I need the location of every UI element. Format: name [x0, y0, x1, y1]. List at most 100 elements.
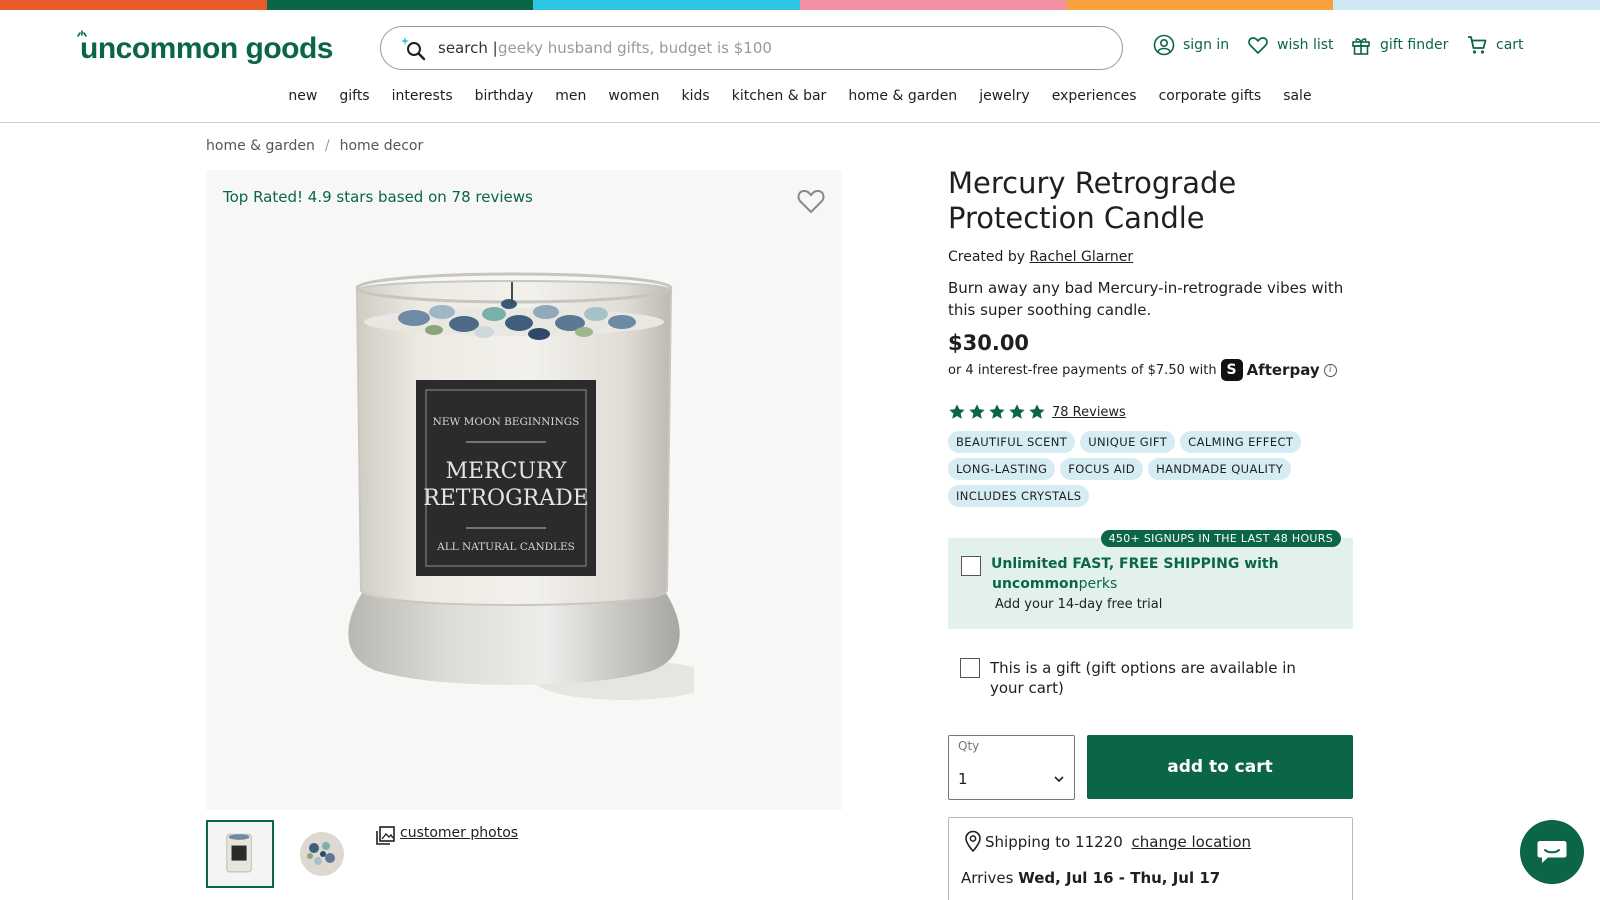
- candle-label-top: NEW MOON BEGINNINGS: [433, 416, 580, 428]
- tag[interactable]: LONG-LASTING: [948, 458, 1056, 480]
- tag[interactable]: BEAUTIFUL SCENT: [948, 431, 1076, 453]
- shipping-location: Shipping to 11220 change location: [985, 833, 1251, 851]
- thumbnail-crystals-image: [300, 832, 344, 876]
- location-pin-icon: [965, 830, 981, 852]
- perks-brand-light: perks: [1078, 576, 1118, 592]
- chat-button[interactable]: [1520, 820, 1584, 884]
- search-bar[interactable]: search |: [380, 26, 1123, 70]
- product-title: Mercury Retrograde Protection Candle: [948, 166, 1237, 235]
- change-location-link[interactable]: change location: [1132, 833, 1252, 851]
- sign-in-link[interactable]: sign in: [1153, 34, 1229, 56]
- afterpay-name: Afterpay: [1246, 361, 1320, 379]
- nav-experiences[interactable]: experiences: [1041, 88, 1148, 104]
- gift-finder-link[interactable]: gift finder: [1350, 34, 1448, 56]
- site-logo[interactable]: uncommon goods: [77, 30, 333, 66]
- breadcrumb-home-garden[interactable]: home & garden: [206, 138, 315, 154]
- product-price: $30.00: [948, 331, 1030, 355]
- created-by-label: Created by: [948, 249, 1026, 265]
- chevron-down-icon: [1054, 776, 1064, 783]
- logo-spark-icon: [77, 30, 87, 37]
- thumbnail-candle-image: [226, 833, 252, 873]
- nav-birthday[interactable]: birthday: [464, 88, 545, 104]
- tag[interactable]: CALMING EFFECT: [1180, 431, 1302, 453]
- stripe-segment: [0, 0, 267, 10]
- product-creator: Created by Rachel Glarner: [948, 249, 1353, 265]
- stripe-segment: [533, 0, 801, 10]
- nav-gifts[interactable]: gifts: [328, 88, 380, 104]
- nav-new[interactable]: new: [277, 88, 328, 104]
- customer-photos-link[interactable]: customer photos: [374, 825, 518, 847]
- add-to-cart-button[interactable]: add to cart: [1087, 735, 1353, 799]
- signups-badge: 450+ SIGNUPS IN THE LAST 48 HOURS: [1100, 530, 1341, 547]
- chat-icon: [1537, 841, 1567, 863]
- arrival-estimate: Arrives Wed, Jul 16 - Thu, Jul 17: [961, 869, 1220, 887]
- candle-label-mercury: MERCURY: [446, 459, 567, 484]
- logo-text: uncommon goods: [80, 32, 333, 65]
- breadcrumb: home & garden / home decor: [206, 138, 423, 154]
- thumbnail-crystals[interactable]: [288, 820, 356, 888]
- cart-icon: [1468, 36, 1487, 54]
- nav-interests[interactable]: interests: [381, 88, 464, 104]
- nav-home-garden[interactable]: home & garden: [837, 88, 968, 104]
- breadcrumb-home-decor[interactable]: home decor: [340, 138, 424, 154]
- quantity-select[interactable]: Qty 1: [948, 735, 1075, 800]
- shipping-info: Shipping to 11220 change location Arrive…: [948, 817, 1353, 900]
- nav-jewelry[interactable]: jewelry: [968, 88, 1041, 104]
- nav-kitchen-bar[interactable]: kitchen & bar: [721, 88, 838, 104]
- stripe-segment: [266, 0, 534, 10]
- product-description: Burn away any bad Mercury-in-retrograde …: [948, 279, 1344, 319]
- cart-label: cart: [1496, 37, 1524, 53]
- afterpay-logo-icon: S: [1220, 359, 1243, 381]
- nav-kids[interactable]: kids: [671, 88, 721, 104]
- image-thumbnails: customer photos: [206, 820, 518, 888]
- breadcrumb-separator: /: [324, 138, 330, 154]
- nav-sale[interactable]: sale: [1272, 88, 1322, 104]
- reviews-link[interactable]: 78 Reviews: [1052, 405, 1126, 420]
- perks-trial-text: Add your 14-day free trial: [995, 597, 1163, 612]
- nav-men[interactable]: men: [544, 88, 597, 104]
- creator-link[interactable]: Rachel Glarner: [1029, 249, 1133, 265]
- shipping-prefix: Shipping to 11220: [985, 833, 1123, 851]
- cart-link[interactable]: cart: [1466, 34, 1524, 56]
- sign-in-label: sign in: [1183, 37, 1230, 53]
- product-rating: 78 Reviews: [948, 403, 1353, 421]
- product-image-panel: Top Rated! 4.9 stars based on 78 reviews: [206, 170, 842, 810]
- candle-label-bottom: ALL NATURAL CANDLES: [436, 541, 575, 553]
- top-rated-banner: Top Rated! 4.9 stars based on 78 reviews: [223, 188, 533, 206]
- perks-checkbox[interactable]: [961, 556, 981, 576]
- perks-headline: Unlimited FAST, FREE SHIPPING with: [991, 556, 1279, 572]
- heart-icon: [1248, 37, 1268, 54]
- tag[interactable]: FOCUS AID: [1060, 458, 1144, 480]
- star-icon: [1009, 404, 1025, 419]
- star-icon: [1029, 404, 1045, 419]
- gift-checkbox[interactable]: [960, 658, 980, 678]
- search-label: search |: [438, 39, 498, 57]
- arrival-dates: Wed, Jul 16 - Thu, Jul 17: [1018, 869, 1221, 887]
- nav-corporate-gifts[interactable]: corporate gifts: [1148, 88, 1273, 104]
- star-icon: [949, 404, 965, 419]
- gift-option-label: This is a gift (gift options are availab…: [990, 659, 1296, 697]
- wish-list-label: wish list: [1277, 37, 1334, 53]
- arrives-label: Arrives: [961, 869, 1014, 887]
- ai-search-icon: [401, 37, 426, 61]
- tag[interactable]: UNIQUE GIFT: [1080, 431, 1176, 453]
- tag[interactable]: HANDMADE QUALITY: [1148, 458, 1292, 480]
- nav-women[interactable]: women: [597, 88, 670, 104]
- candle-product-image[interactable]: NEW MOON BEGINNINGS MERCURY RETROGRADE A…: [334, 260, 694, 720]
- customer-photos-label: customer photos: [400, 825, 519, 841]
- star-icon: [969, 404, 985, 419]
- wish-list-link[interactable]: wish list: [1247, 34, 1334, 56]
- site-header: uncommon goods search | sign in wish lis…: [0, 10, 1600, 123]
- main-nav: new gifts interests birthday men women k…: [0, 88, 1600, 104]
- product-details: Mercury Retrograde Protection Candle Cre…: [948, 166, 1353, 507]
- search-input[interactable]: [498, 35, 1098, 61]
- info-icon[interactable]: i: [1323, 363, 1337, 377]
- gift-icon: [1352, 38, 1370, 55]
- thumbnail-candle[interactable]: [206, 820, 274, 888]
- favorite-heart-icon[interactable]: [796, 186, 826, 216]
- brand-color-stripe: [0, 0, 1600, 10]
- gift-option[interactable]: This is a gift (gift options are availab…: [960, 658, 1300, 698]
- qty-label: Qty: [958, 739, 980, 753]
- perks-brand: uncommonperks: [992, 576, 1117, 592]
- tag[interactable]: INCLUDES CRYSTALS: [948, 485, 1090, 507]
